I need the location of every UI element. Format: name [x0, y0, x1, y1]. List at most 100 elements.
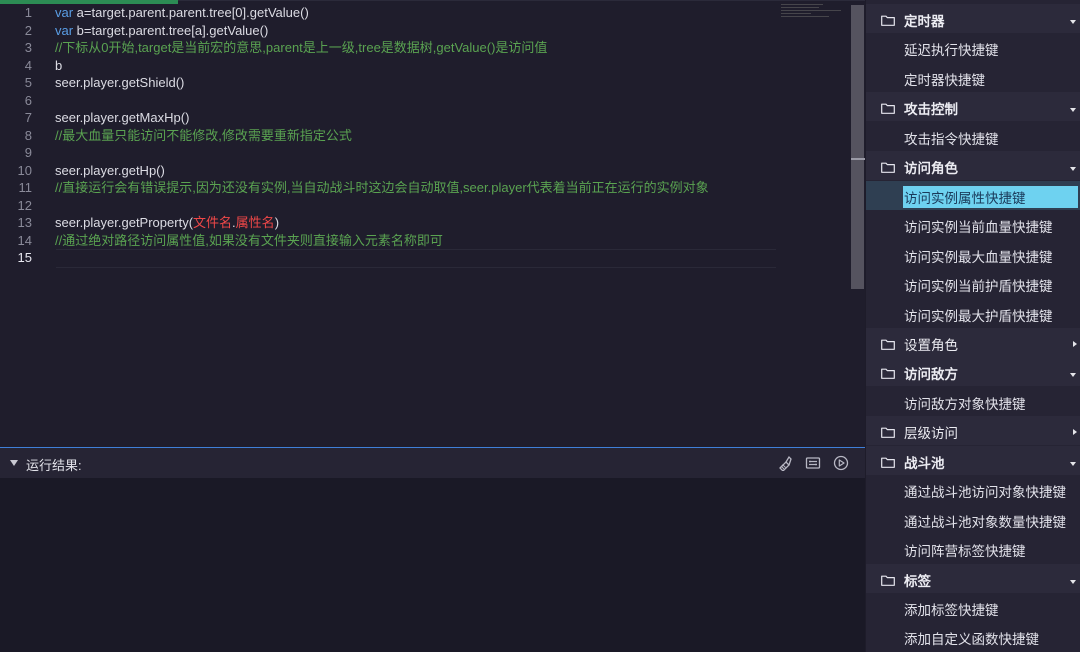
code-line[interactable]: 5 seer.player.getShield() — [0, 74, 780, 92]
code-token: a=target.parent.parent.tree[0].getValue(… — [73, 5, 309, 20]
sidebar-item-label: 定时器快捷键 — [904, 72, 985, 88]
chevron-right-icon[interactable] — [1073, 340, 1077, 347]
code-token: seer.player.getShield() — [55, 75, 185, 90]
code-text[interactable]: //下标从0开始,target是当前宏的意思,parent是上一级,tree是数… — [55, 39, 547, 57]
output-panel: 运行结果: — [0, 448, 865, 652]
chevron-down-icon[interactable] — [1070, 20, 1076, 24]
sidebar-item-label: 访问实例最大护盾快捷键 — [904, 308, 1053, 324]
code-line[interactable]: 7 seer.player.getMaxHp() — [0, 109, 780, 127]
code-text[interactable]: seer.player.getMaxHp() — [55, 109, 189, 127]
code-line[interactable]: 6 — [0, 92, 780, 110]
code-text[interactable]: seer.player.getHp() — [55, 162, 165, 180]
code-line[interactable]: 1 var a=target.parent.parent.tree[0].getV… — [0, 4, 780, 22]
code-token: ) — [274, 215, 280, 230]
line-number: 4 — [24, 57, 32, 73]
sidebar-item[interactable]: 定时器快捷键 — [866, 62, 1080, 92]
line-number: 9 — [24, 145, 32, 160]
sidebar-item-label: 攻击指令快捷键 — [904, 131, 999, 147]
sidebar-item-label: 访问阵营标签快捷键 — [904, 544, 1026, 560]
code-line[interactable]: 2 var b=target.parent.tree[a].getValue() — [0, 22, 780, 40]
string-token: 文件名 — [193, 215, 233, 230]
folder-icon — [881, 425, 895, 439]
code-line[interactable]: 13 seer.player.getProperty(文件名.属性名) — [0, 214, 780, 232]
sidebar-group-label: 层级访问 — [904, 426, 958, 442]
sidebar-item-label: 通过战斗池访问对象快捷键 — [904, 485, 1066, 501]
code-token: b — [55, 57, 63, 73]
sidebar-item-label: 添加标签快捷键 — [904, 603, 999, 618]
sidebar-group[interactable]: 定时器 — [866, 4, 1080, 33]
sidebar-item[interactable]: 攻击指令快捷键 — [866, 121, 1080, 151]
sidebar-item[interactable]: 访问实例当前血量快捷键 — [866, 210, 1080, 240]
keyword-token: var — [55, 22, 74, 38]
code-line[interactable]: 12 — [0, 197, 780, 215]
code-text[interactable]: //最大血量只能访问不能修改,修改需要重新指定公式 — [55, 127, 352, 145]
code-line[interactable]: 14 //通过绝对路径访问属性值,如果没有文件夹则直接输入元素名称即可 — [0, 232, 780, 250]
sidebar-item[interactable]: 延迟执行快捷键 — [866, 33, 1080, 63]
chevron-right-icon[interactable] — [1073, 429, 1077, 436]
code-text[interactable]: var a=target.parent.parent.tree[0].getVa… — [55, 4, 309, 22]
sidebar-item-label: 访问实例当前护盾快捷键 — [904, 279, 1053, 295]
code-line[interactable]: 8 //最大血量只能访问不能修改,修改需要重新指定公式 — [0, 127, 780, 145]
sidebar-group[interactable]: 战斗池 — [866, 445, 1080, 475]
code-text[interactable]: seer.player.getProperty(文件名.属性名) — [55, 214, 279, 232]
comment-token: //最大血量只能访问不能修改,修改需要重新指定公式 — [55, 127, 352, 143]
sidebar-item-label: 访问实例最大血量快捷键 — [904, 249, 1053, 265]
sidebar-item[interactable]: 通过战斗池对象数量快捷键 — [866, 504, 1080, 534]
sidebar-item-label: 访问实例属性快捷键 — [903, 185, 1078, 208]
run-icon[interactable] — [833, 455, 849, 471]
shortcut-sidebar: 定时器 延迟执行快捷键定时器快捷键 攻击控制攻击指令快捷键 访问角色访问实例属性快捷键… — [866, 0, 1080, 652]
sidebar-group-label: 攻击控制 — [904, 102, 958, 118]
editor-scrollbar[interactable] — [851, 5, 864, 289]
sidebar-item[interactable]: 访问实例最大护盾快捷键 — [866, 298, 1080, 328]
sidebar-item[interactable]: 通过战斗池访问对象快捷键 — [866, 475, 1080, 505]
sidebar-item[interactable]: 访问敌方对象快捷键 — [866, 386, 1080, 416]
line-number: 10 — [17, 162, 32, 178]
sidebar-item[interactable]: 访问阵营标签快捷键 — [866, 534, 1080, 564]
code-line[interactable]: 11 //直接运行会有错误提示,因为还没有实例,当自动战斗时这边会自动取值,see… — [0, 179, 780, 197]
sidebar-item[interactable]: 添加自定义函数快捷键 — [866, 622, 1080, 652]
clear-icon[interactable] — [777, 455, 793, 471]
line-number: 6 — [24, 92, 32, 108]
sidebar-item[interactable]: 添加标签快捷键 — [866, 593, 1080, 622]
sidebar-group[interactable]: 设置角色 — [866, 327, 1080, 357]
folder-icon — [881, 573, 895, 586]
sidebar-group[interactable]: 层级访问 — [866, 416, 1080, 446]
code-line[interactable]: 3 //下标从0开始,target是当前宏的意思,parent是上一级,tree是… — [0, 39, 780, 57]
sidebar-group[interactable]: 访问敌方 — [866, 357, 1080, 387]
chevron-down-icon[interactable] — [1070, 108, 1076, 113]
code-text[interactable]: b — [55, 57, 62, 75]
sidebar-group-label: 访问敌方 — [904, 367, 958, 383]
code-text[interactable]: seer.player.getShield() — [55, 74, 184, 92]
sidebar-item-label: 访问实例当前血量快捷键 — [904, 220, 1053, 236]
minimap[interactable] — [781, 4, 851, 24]
sidebar-item[interactable]: 访问实例当前护盾快捷键 — [866, 269, 1080, 299]
code-line[interactable]: 4b — [0, 57, 780, 75]
code-text[interactable]: //通过绝对路径访问属性值,如果没有文件夹则直接输入元素名称即可 — [55, 232, 443, 250]
line-number: 15 — [17, 250, 32, 265]
sidebar-item[interactable]: 访问实例最大血量快捷键 — [866, 239, 1080, 269]
sidebar-group-label: 访问角色 — [904, 161, 958, 177]
sidebar-group[interactable]: 攻击控制 — [866, 92, 1080, 122]
code-line[interactable]: 10 seer.player.getHp() — [0, 162, 780, 180]
output-title: 运行结果: — [26, 458, 82, 473]
sidebar-group[interactable]: 访问角色 — [866, 151, 1080, 181]
string-token: 属性名 — [235, 215, 275, 230]
line-number: 3 — [24, 40, 32, 55]
code-text[interactable]: //直接运行会有错误提示,因为还没有实例,当自动战斗时这边会自动取值,seer.… — [55, 179, 709, 197]
console-icon[interactable] — [805, 455, 821, 471]
chevron-down-icon[interactable] — [1070, 373, 1076, 378]
chevron-down-icon[interactable] — [1070, 461, 1076, 466]
collapse-icon[interactable] — [10, 460, 18, 466]
code-line[interactable]: 9 — [0, 144, 780, 162]
sidebar-group[interactable]: 标签 — [866, 563, 1080, 593]
code-text[interactable]: var b=target.parent.tree[a].getValue() — [55, 22, 268, 40]
editor-top-border — [178, 0, 865, 1]
chevron-down-icon[interactable] — [1070, 167, 1076, 172]
code-editor[interactable]: 1 var a=target.parent.parent.tree[0].getV… — [0, 0, 865, 448]
folder-icon — [881, 101, 895, 115]
folder-icon — [881, 13, 895, 26]
folder-icon — [881, 337, 895, 350]
line-number: 1 — [24, 5, 32, 20]
chevron-down-icon[interactable] — [1070, 579, 1076, 584]
sidebar-item[interactable]: 访问实例属性快捷键 — [866, 180, 1080, 210]
